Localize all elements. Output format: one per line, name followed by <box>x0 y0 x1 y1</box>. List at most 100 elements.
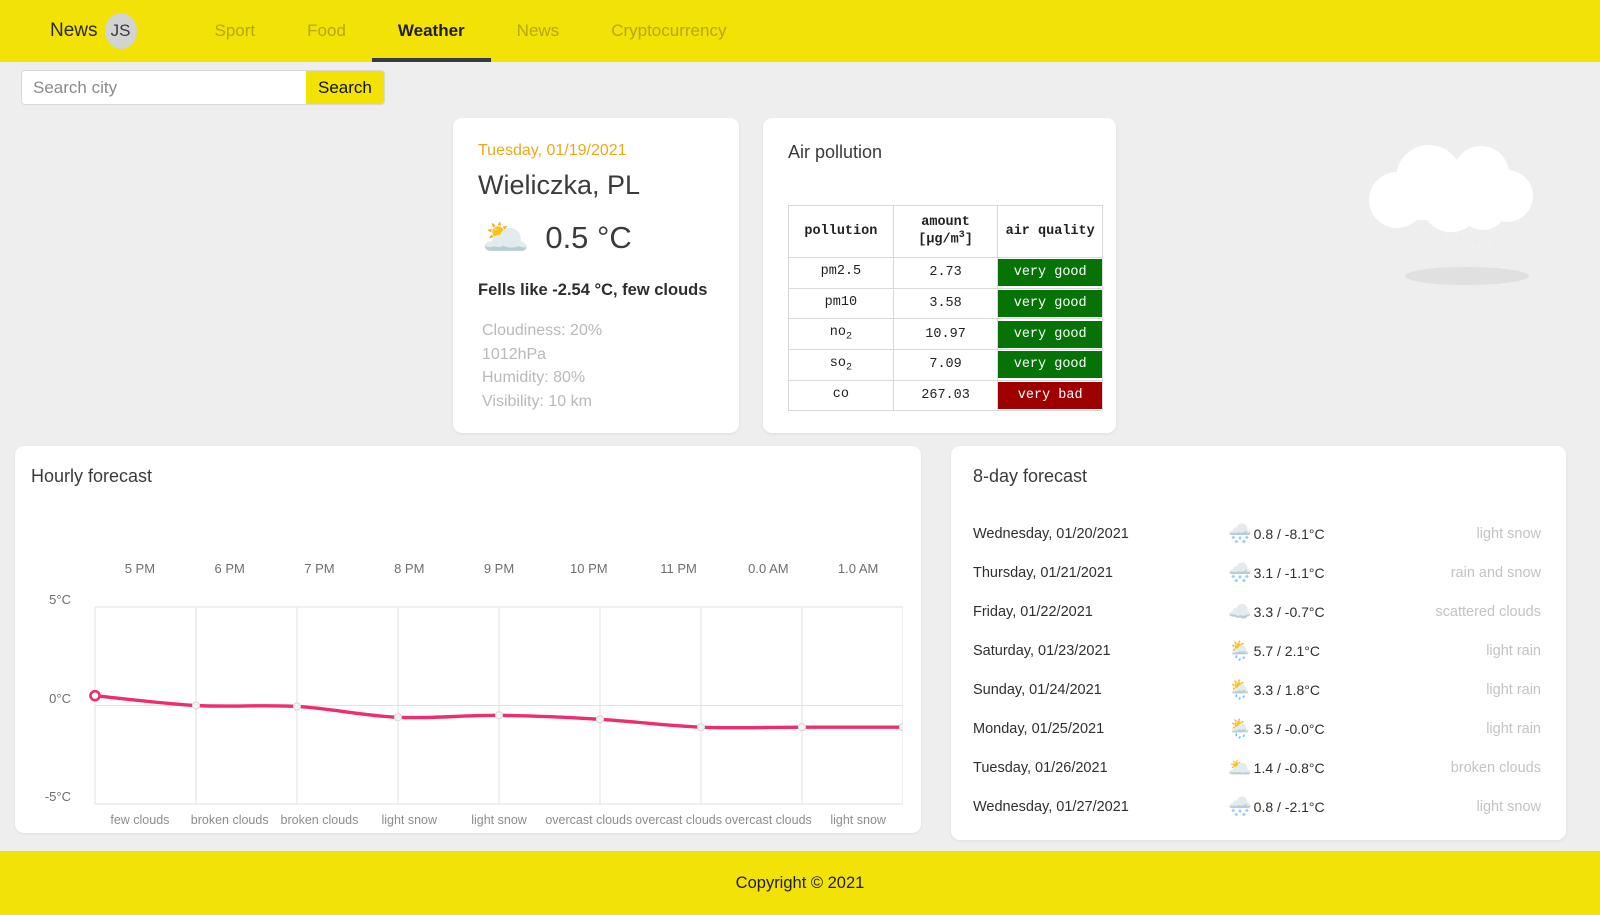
hour-description-6: overcast clouds <box>635 813 722 827</box>
day-date: Thursday, 01/21/2021 <box>973 564 1113 581</box>
detail-cloudiness: Cloudiness: 20% <box>482 322 603 339</box>
status-badge: very bad <box>998 382 1102 410</box>
hour-description-7: overcast clouds <box>724 813 812 827</box>
hour-description-5: overcast clouds <box>545 813 633 827</box>
day-temps: 3.3 / 1.8°C <box>1253 681 1320 698</box>
day-description: broken clouds <box>1450 759 1541 776</box>
nav-item-food[interactable]: Food <box>281 0 372 62</box>
snow-cloud-icon: 🌨️ <box>1228 796 1252 818</box>
header-air-quality: air quality <box>997 205 1103 258</box>
y-axis-tick-5: 5°C <box>49 592 71 607</box>
cell-amount: 267.03 <box>892 379 999 412</box>
cell-amount: 7.09 <box>892 349 999 381</box>
x-tick-6: 11 PM <box>660 561 697 576</box>
day-description: rain and snow <box>1450 564 1541 581</box>
cell-pollutant: no2 <box>788 318 894 351</box>
day-date: Sunday, 01/24/2021 <box>973 681 1102 698</box>
current-temp-row: 🌥️ 0.5 °C <box>478 219 714 257</box>
cell-quality: very good <box>997 257 1103 289</box>
header-amount-label: amount <box>921 215 970 231</box>
pollutant-name: co <box>832 386 849 402</box>
sun-behind-cloud-icon: 🌥️ <box>482 217 530 259</box>
table-row: no2 10.97 very good <box>788 318 1103 351</box>
status-badge: very good <box>998 259 1102 287</box>
cell-quality: very bad <box>997 379 1103 412</box>
sun-rain-cloud-icon: 🌦️ <box>1228 679 1252 701</box>
pollutant-sub: 2 <box>845 332 852 344</box>
header-amount: amount [µg/m3] <box>892 205 999 258</box>
daily-forecast-title: 8-day forecast <box>973 466 1088 486</box>
hourly-chart-svg <box>89 606 903 805</box>
day-description: light snow <box>1476 525 1541 542</box>
cell-pollutant: pm10 <box>788 287 894 320</box>
status-badge: very good <box>998 320 1102 348</box>
cell-amount: 2.73 <box>892 257 999 289</box>
day-temps-group: 🌦️ 3.5 / -0.0°C <box>1228 717 1368 741</box>
nav-item-weather[interactable]: Weather <box>371 0 491 62</box>
day-description: light rain <box>1486 642 1541 659</box>
hourly-chart: 5°C 0°C -5°C 5 PM 6 PM 7 PM 8 PM 9 PM 10… <box>31 499 903 867</box>
brand-label: News <box>50 20 98 41</box>
hourly-forecast-title: Hourly forecast <box>31 466 153 486</box>
navbar: News JS Sport Food Weather News Cryptocu… <box>0 0 1600 62</box>
x-tick-8: 1.0 AM <box>837 561 879 576</box>
current-details: Cloudiness: 20% 1012hPa Humidity: 80% Vi… <box>478 319 714 413</box>
x-tick-2: 7 PM <box>304 561 335 576</box>
current-feels-like: Fells like -2.54 °C, few clouds <box>478 281 708 299</box>
y-axis-tick-0: 0°C <box>49 691 71 706</box>
list-item: Thursday, 01/21/2021 🌨️ 3.1 / -1.1°C rai… <box>973 553 1541 592</box>
day-description: scattered clouds <box>1435 603 1541 620</box>
search-button[interactable]: Search <box>306 71 384 104</box>
hour-description-2: broken clouds <box>280 813 359 827</box>
snow-cloud-icon: 🌨️ <box>1228 562 1252 584</box>
js-badge-icon: JS <box>104 13 137 49</box>
copyright-label: Copyright © 2021 <box>735 873 865 892</box>
footer: Copyright © 2021 <box>0 851 1600 915</box>
day-description: light rain <box>1486 720 1541 737</box>
x-tick-0: 5 PM <box>124 561 156 576</box>
table-header-row: pollution amount [µg/m3] air quality <box>788 205 1103 258</box>
status-badge: very good <box>998 290 1102 318</box>
list-item: Wednesday, 01/27/2021 🌨️ 0.8 / -2.1°C li… <box>973 787 1541 826</box>
chart-points <box>89 689 903 732</box>
table-row: pm2.5 2.73 very good <box>788 257 1103 289</box>
x-tick-3: 8 PM <box>394 561 425 576</box>
nav-item-sport[interactable]: Sport <box>189 0 282 62</box>
table-row: co 267.03 very bad <box>788 379 1103 412</box>
list-item: Friday, 01/22/2021 ☁️ 3.3 / -0.7°C scatt… <box>973 592 1541 631</box>
brand-logo[interactable]: News JS <box>50 13 137 49</box>
sun-rain-cloud-icon: 🌦️ <box>1228 718 1252 740</box>
status-badge: very good <box>998 351 1102 379</box>
day-date: Friday, 01/22/2021 <box>973 603 1093 620</box>
x-tick-1: 6 PM <box>214 561 245 576</box>
day-temps: 3.1 / -1.1°C <box>1253 564 1325 581</box>
hour-description-1: broken clouds <box>190 813 269 827</box>
nav-item-news[interactable]: News <box>491 0 586 62</box>
pollutant-sub: 2 <box>845 362 852 374</box>
unit-suffix: ] <box>964 232 973 248</box>
air-pollution-card: Air pollution pollution amount [µg/m3] a… <box>763 118 1116 433</box>
search-input[interactable] <box>22 71 306 104</box>
snow-cloud-icon: 🌨️ <box>1228 523 1252 545</box>
air-pollution-table: pollution amount [µg/m3] air quality pm2… <box>788 205 1103 412</box>
pollutant-name: no <box>829 325 846 341</box>
list-item: Tuesday, 01/26/2021 🌥️ 1.4 / -0.8°C brok… <box>973 748 1541 787</box>
day-description: light rain <box>1486 681 1541 698</box>
cell-quality: very good <box>997 318 1103 351</box>
sun-behind-cloud-icon: 🌥️ <box>1228 757 1252 779</box>
day-temps-group: 🌨️ 0.8 / -8.1°C <box>1228 522 1368 546</box>
hour-description-0: few clouds <box>110 813 170 827</box>
pollutant-name: pm10 <box>824 294 858 310</box>
day-date: Saturday, 01/23/2021 <box>973 642 1111 659</box>
daily-forecast-card: 8-day forecast Wednesday, 01/20/2021 🌨️ … <box>951 446 1566 840</box>
current-weather-card: Tuesday, 01/19/2021 Wieliczka, PL 🌥️ 0.5… <box>453 118 739 433</box>
cell-amount: 3.58 <box>892 287 999 320</box>
pollutant-name: so <box>829 356 846 372</box>
nav-item-cryptocurrency[interactable]: Cryptocurrency <box>585 0 752 62</box>
day-temps-group: ☁️ 3.3 / -0.7°C <box>1228 600 1368 624</box>
day-date: Monday, 01/25/2021 <box>973 720 1105 737</box>
detail-pressure: 1012hPa <box>482 345 547 363</box>
y-axis-tick-minus5: -5°C <box>44 789 71 804</box>
list-item: Monday, 01/25/2021 🌦️ 3.5 / -0.0°C light… <box>973 709 1541 748</box>
cell-quality: very good <box>997 349 1103 381</box>
